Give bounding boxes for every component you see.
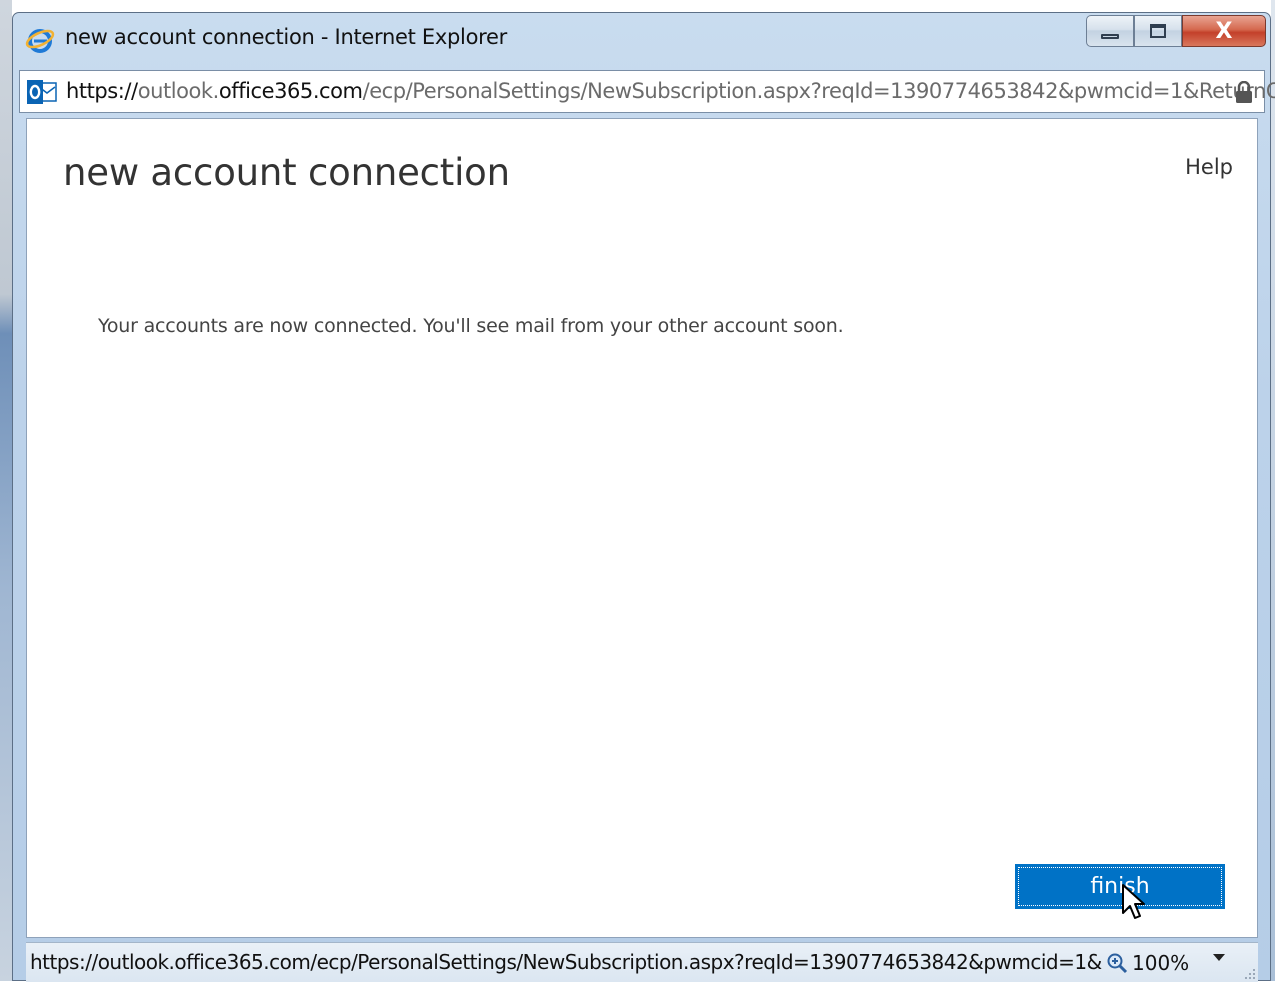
finish-button[interactable]: finish (1015, 864, 1225, 909)
help-link[interactable]: Help (1185, 155, 1233, 179)
url-domain: office365.com (218, 79, 363, 103)
url-subdomain: outlook. (137, 79, 220, 103)
url-path: /ecp/PersonalSettings/NewSubscription.as… (362, 79, 1275, 103)
browser-window: new account connection - Internet Explor… (12, 12, 1275, 982)
zoom-control[interactable]: 100% (1106, 949, 1189, 977)
window-title: new account connection - Internet Explor… (65, 25, 507, 49)
address-bar[interactable]: https://outlook.office365.com/ecp/Person… (19, 70, 1275, 113)
zoom-icon (1107, 953, 1128, 974)
mouse-pointer-icon (1122, 884, 1145, 919)
resize-grip-icon[interactable] (1242, 966, 1256, 980)
status-bar: https://outlook.office365.com/ecp/Person… (26, 942, 1258, 982)
confirmation-message: Your accounts are now connected. You'll … (98, 315, 844, 337)
caption-buttons: X (1086, 15, 1266, 49)
minimize-icon (1101, 33, 1119, 39)
page-title: new account connection (63, 151, 510, 194)
maximize-button[interactable] (1134, 15, 1182, 47)
status-url: https://outlook.office365.com/ecp/Person… (30, 950, 1102, 974)
zoom-level: 100% (1132, 951, 1190, 975)
desktop-background-right (1271, 0, 1275, 981)
ie-icon (25, 29, 55, 53)
address-url[interactable]: https://outlook.office365.com/ecp/Person… (66, 79, 1275, 103)
minimize-button[interactable] (1086, 15, 1134, 47)
lock-icon[interactable] (1234, 81, 1254, 103)
page-content: new account connection Help Your account… (26, 118, 1258, 938)
outlook-icon (27, 80, 57, 104)
desktop-background (0, 0, 12, 981)
maximize-icon (1150, 24, 1166, 38)
close-button[interactable]: X (1182, 15, 1266, 47)
url-scheme: https:// (66, 79, 138, 103)
zoom-dropdown-icon[interactable] (1213, 954, 1225, 961)
title-bar[interactable]: new account connection - Internet Explor… (13, 13, 1270, 63)
close-icon: X (1215, 18, 1233, 44)
